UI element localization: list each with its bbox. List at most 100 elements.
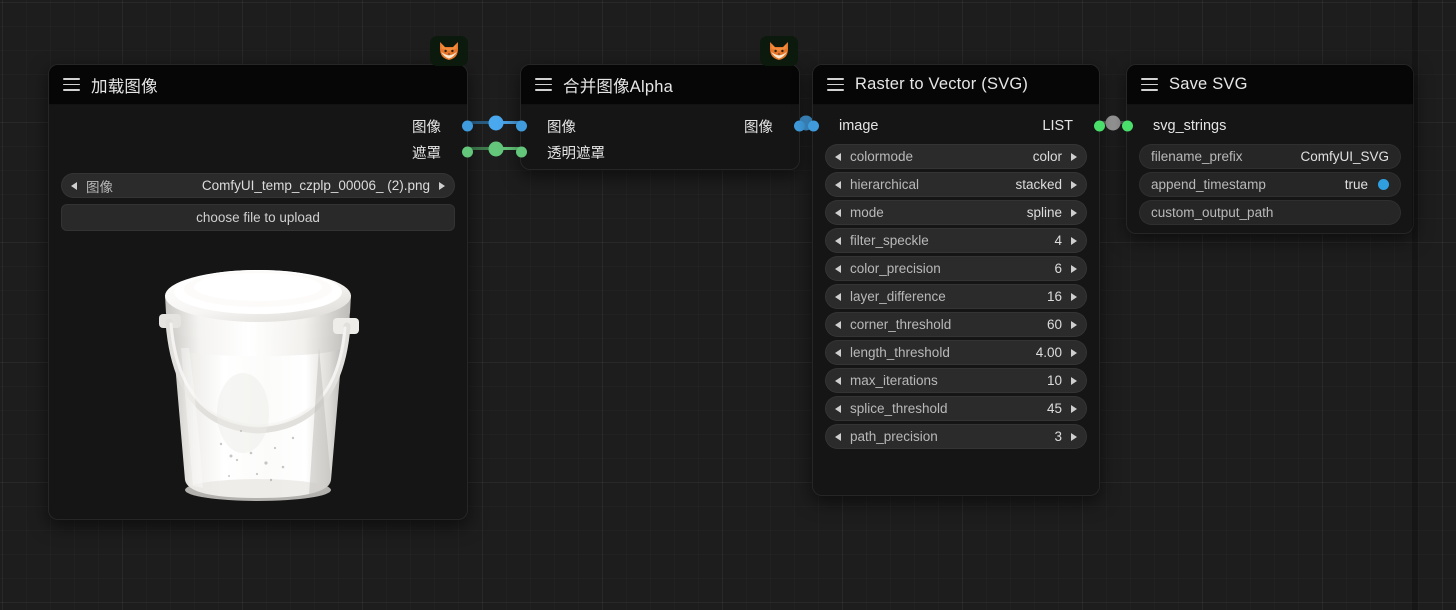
chevron-right-icon[interactable] [1071, 348, 1077, 357]
widget-label: filename_prefix [1151, 149, 1243, 164]
chevron-left-icon[interactable] [835, 432, 841, 441]
input-port-mask-dot[interactable] [515, 146, 527, 158]
widget-label: layer_difference [850, 289, 946, 304]
link-midpoint-mask-1[interactable] [488, 141, 504, 156]
chevron-right-icon[interactable] [1071, 292, 1077, 301]
hamburger-icon[interactable] [535, 78, 552, 91]
node-header[interactable]: Save SVG [1127, 65, 1413, 105]
widget-filename-prefix[interactable]: filename_prefix ComfyUI_SVG [1139, 144, 1401, 169]
input-slot-label: image [839, 118, 879, 134]
output-slot-label: 图像 [412, 119, 441, 136]
slot-row-image: 图像 图像 [515, 113, 805, 139]
chevron-right-icon[interactable] [1071, 264, 1077, 273]
node-header[interactable]: Raster to Vector (SVG) [813, 65, 1099, 105]
node-title: 合并图像Alpha [563, 77, 674, 96]
chevron-left-icon[interactable] [835, 376, 841, 385]
output-slot-image[interactable]: 图像 [49, 113, 473, 139]
widget-color-precision[interactable]: color_precision 6 [825, 256, 1087, 281]
chevron-left-icon[interactable] [835, 152, 841, 161]
node-body: image LIST colormode color hierarchical … [807, 105, 1105, 462]
widget-label: append_timestamp [1151, 177, 1266, 192]
chevron-right-icon[interactable] [1071, 376, 1077, 385]
widget-mode[interactable]: mode spline [825, 200, 1087, 225]
chevron-left-icon[interactable] [835, 236, 841, 245]
fox-badge-raster[interactable] [760, 36, 798, 66]
output-port-mask-dot[interactable] [461, 146, 473, 158]
node-header[interactable]: 合并图像Alpha [521, 65, 799, 105]
widget-append-timestamp[interactable]: append_timestamp true [1139, 172, 1401, 197]
output-port-list-dot[interactable] [1093, 120, 1105, 132]
node-merge-image-alpha[interactable]: 合并图像Alpha 图像 图像 透明遮罩 [515, 64, 805, 170]
input-port-list-dot[interactable] [1121, 120, 1133, 132]
hamburger-icon[interactable] [1141, 78, 1158, 91]
image-preview[interactable] [61, 245, 455, 521]
widget-corner-threshold[interactable]: corner_threshold 60 [825, 312, 1087, 337]
node-save-svg[interactable]: Save SVG svg_strings filename_prefix Com… [1121, 64, 1414, 234]
chevron-left-icon[interactable] [835, 404, 841, 413]
output-port-image-dot[interactable] [793, 120, 805, 132]
chevron-right-icon[interactable] [1071, 208, 1077, 217]
node-load-image[interactable]: 加载图像 图像 遮罩 图像 ComfyUI_temp_czplp_00006_ … [48, 64, 473, 520]
chevron-right-icon[interactable] [1071, 236, 1077, 245]
output-slot-label: LIST [1042, 118, 1073, 134]
chevron-left-icon[interactable] [835, 180, 841, 189]
toggle-indicator-icon[interactable] [1378, 179, 1389, 190]
hamburger-icon[interactable] [827, 78, 844, 91]
widget-label: color_precision [850, 261, 941, 276]
widget-path-precision[interactable]: path_precision 3 [825, 424, 1087, 449]
fox-badge-merge[interactable] [430, 36, 468, 66]
widget-colormode[interactable]: colormode color [825, 144, 1087, 169]
chevron-left-icon[interactable] [835, 264, 841, 273]
input-port-image-dot[interactable] [807, 120, 819, 132]
widget-splice-threshold[interactable]: splice_threshold 45 [825, 396, 1087, 421]
input-slot-svg-strings[interactable]: svg_strings [1121, 113, 1413, 139]
chevron-right-icon[interactable] [1071, 432, 1077, 441]
widget-value: color [1032, 149, 1062, 164]
node-title: Save SVG [1169, 75, 1248, 93]
widget-max-iterations[interactable]: max_iterations 10 [825, 368, 1087, 393]
slot-row-image-list: image LIST [807, 113, 1105, 139]
widget-image-combo[interactable]: 图像 ComfyUI_temp_czplp_00006_ (2).png [61, 173, 455, 198]
widget-value: 16 [1046, 289, 1062, 304]
widget-layer-difference[interactable]: layer_difference 16 [825, 284, 1087, 309]
input-port-image-dot[interactable] [515, 120, 527, 132]
chevron-right-icon[interactable] [1071, 180, 1077, 189]
input-slot-label: 图像 [547, 119, 576, 136]
link-midpoint-list[interactable] [1105, 115, 1121, 130]
node-body: 图像 图像 透明遮罩 [515, 105, 805, 175]
widget-label: corner_threshold [850, 317, 952, 332]
chevron-left-icon[interactable] [835, 292, 841, 301]
widget-length-threshold[interactable]: length_threshold 4.00 [825, 340, 1087, 365]
output-slot-label: 图像 [744, 119, 773, 136]
chevron-left-icon[interactable] [71, 181, 77, 190]
widget-value: 10 [1046, 373, 1062, 388]
node-graph-canvas[interactable]: 加载图像 图像 遮罩 图像 ComfyUI_temp_czplp_00006_ … [0, 0, 1456, 610]
output-slot-mask[interactable]: 遮罩 [49, 139, 473, 165]
fox-icon [770, 42, 788, 60]
chevron-right-icon[interactable] [1071, 152, 1077, 161]
node-raster-to-vector[interactable]: Raster to Vector (SVG) image LIST colorm… [807, 64, 1105, 496]
hamburger-icon[interactable] [63, 78, 80, 91]
chevron-right-icon[interactable] [1071, 404, 1077, 413]
widget-label: splice_threshold [850, 401, 948, 416]
widget-label: colormode [850, 149, 914, 164]
link-midpoint-image-1[interactable] [488, 115, 504, 130]
chevron-right-icon[interactable] [439, 181, 445, 190]
widget-custom-output-path[interactable]: custom_output_path [1139, 200, 1401, 225]
input-slot-label: svg_strings [1153, 118, 1227, 134]
widget-hierarchical[interactable]: hierarchical stacked [825, 172, 1087, 197]
widget-value[interactable]: ComfyUI_SVG [1292, 149, 1389, 164]
node-header[interactable]: 加载图像 [49, 65, 467, 105]
choose-file-to-upload-button[interactable]: choose file to upload [61, 204, 455, 231]
widget-filter-speckle[interactable]: filter_speckle 4 [825, 228, 1087, 253]
chevron-left-icon[interactable] [835, 208, 841, 217]
widget-label: hierarchical [850, 177, 920, 192]
chevron-left-icon[interactable] [835, 320, 841, 329]
output-port-image-dot[interactable] [461, 120, 473, 132]
chevron-right-icon[interactable] [1071, 320, 1077, 329]
widget-value: ComfyUI_temp_czplp_00006_ (2).png [201, 178, 430, 193]
widget-value: spline [1026, 205, 1062, 220]
node-body: 图像 遮罩 图像 ComfyUI_temp_czplp_00006_ (2).p… [49, 105, 473, 535]
chevron-left-icon[interactable] [835, 348, 841, 357]
input-slot-alpha-mask[interactable]: 透明遮罩 [515, 139, 799, 165]
